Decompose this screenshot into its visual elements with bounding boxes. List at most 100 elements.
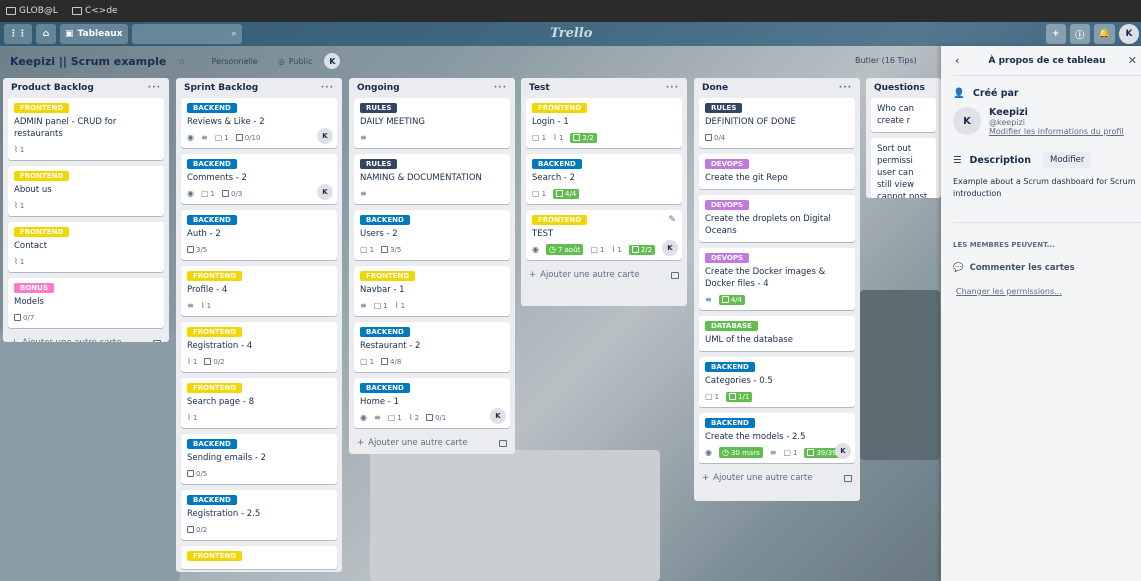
add-card-button[interactable]: +Ajouter une autre carte bbox=[526, 266, 682, 280]
card[interactable]: DEVOPS Create the Docker images & Docker … bbox=[699, 248, 855, 310]
more-icon[interactable]: ··· bbox=[839, 83, 852, 93]
card[interactable]: FRONTEND TEST ◉ ◷ 7 août ▢ 1 ⌇ 1 2/2 K ✎ bbox=[526, 210, 682, 260]
card-title: Home - 1 bbox=[360, 397, 399, 407]
card-member-avatar[interactable]: K bbox=[835, 443, 851, 459]
list-header[interactable]: Questions bbox=[871, 78, 936, 98]
card-badges: ▢ 1 3/5 bbox=[360, 244, 504, 255]
board-title[interactable]: Keepizi || Scrum example bbox=[10, 55, 166, 68]
change-permissions-link[interactable]: Changer les permissions... bbox=[956, 287, 1141, 296]
back-icon[interactable]: ‹ bbox=[955, 54, 960, 67]
list-header[interactable]: Done ··· bbox=[699, 78, 855, 98]
card-label: BACKEND bbox=[532, 159, 582, 169]
member-avatar[interactable]: K bbox=[324, 53, 341, 69]
card[interactable]: RULES DAILY MEETING ≡ bbox=[354, 98, 510, 148]
home-icon: ⌂ bbox=[42, 29, 50, 39]
attachment-icon-text: 1 bbox=[617, 245, 622, 254]
card-title: Users - 2 bbox=[360, 229, 398, 239]
card-member-avatar[interactable]: K bbox=[317, 128, 333, 144]
edit-icon[interactable]: ✎ bbox=[668, 215, 676, 225]
checklist-badge-text: 0/1 bbox=[435, 413, 447, 422]
info-button[interactable]: ⓘ bbox=[1069, 24, 1090, 44]
card[interactable]: FRONTEND Contact ⌇ 1 bbox=[8, 222, 164, 272]
os-item-code[interactable]: C<>de bbox=[71, 6, 118, 16]
more-icon[interactable]: ··· bbox=[148, 83, 161, 93]
apps-button[interactable]: ⋮⋮ bbox=[4, 24, 32, 44]
card[interactable]: RULES NAMING & DOCUMENTATION ≡ bbox=[354, 154, 510, 204]
card-member-avatar[interactable]: K bbox=[490, 408, 506, 424]
star-button[interactable]: ☆ bbox=[178, 57, 185, 66]
card[interactable]: BACKEND Categories - 0.5 ▢ 1 1/1 bbox=[699, 357, 855, 407]
comment-permission[interactable]: 💬 Commenter les cartes bbox=[953, 263, 1141, 273]
card[interactable]: FRONTEND ADMIN panel - CRUD for restauran… bbox=[8, 98, 164, 160]
card[interactable]: DATABASE UML of the database bbox=[699, 316, 855, 351]
template-icon[interactable] bbox=[671, 271, 679, 279]
comment-icon: ▢ 1 bbox=[590, 245, 605, 254]
card-member-avatar[interactable]: K bbox=[317, 184, 333, 200]
card[interactable]: BACKEND Sending emails - 2 0/5 bbox=[181, 434, 337, 484]
card[interactable]: RULES DEFINITION OF DONE 0/4 bbox=[699, 98, 855, 148]
card[interactable]: BACKEND Auth - 2 3/5 bbox=[181, 210, 337, 260]
card[interactable]: BONUS Models 0/7 bbox=[8, 278, 164, 328]
card[interactable]: DEVOPS Create the git Repo bbox=[699, 154, 855, 189]
template-icon[interactable] bbox=[844, 474, 852, 482]
team-button[interactable]: Personnelle bbox=[211, 57, 257, 66]
top-right-actions: + ⓘ 🔔 K bbox=[1045, 24, 1139, 44]
card[interactable]: DEVOPS Create the droplets on Digital Oce… bbox=[699, 195, 855, 242]
template-icon[interactable] bbox=[499, 439, 507, 447]
card[interactable]: FRONTEND Login - 1 ▢ 1 ⌇ 1 2/2 bbox=[526, 98, 682, 148]
list-questions: Questions Who can create r Sort out permis… bbox=[866, 78, 941, 198]
add-card-button[interactable]: +Ajouter une autre carte bbox=[8, 334, 164, 342]
card[interactable]: FRONTEND Profile - 4 ≡ ⌇ 1 bbox=[181, 266, 337, 316]
description-heading: ☰ Description Modifier bbox=[953, 152, 1141, 168]
os-item-global[interactable]: GLOB@L bbox=[6, 6, 58, 16]
edit-profile-link[interactable]: Modifier les informations du profil bbox=[989, 127, 1124, 136]
butler-button[interactable]: Butler (16 Tips) bbox=[855, 56, 917, 65]
card[interactable]: FRONTEND Registration - 4 ⌇ 1 0/2 bbox=[181, 322, 337, 372]
card[interactable]: BACKEND Registration - 2.5 0/2 bbox=[181, 490, 337, 540]
checklist-badge-text: 0/2 bbox=[196, 525, 208, 534]
creator-avatar[interactable]: K bbox=[953, 107, 981, 135]
add-card-button[interactable]: +Ajouter une autre carte bbox=[354, 434, 510, 448]
card-badges: ≡ ⌇ 1 bbox=[187, 300, 331, 311]
card[interactable]: BACKEND Home - 1 ◉ ≡ ▢ 1 ⌇ 2 0/1 K bbox=[354, 378, 510, 428]
notifications-button[interactable]: 🔔 bbox=[1093, 24, 1115, 44]
card[interactable]: BACKEND Search - 2 ▢ 1 4/4 bbox=[526, 154, 682, 204]
card-member-avatar[interactable]: K bbox=[662, 240, 678, 256]
card[interactable]: FRONTEND About us ⌇ 1 bbox=[8, 166, 164, 216]
list-header[interactable]: Sprint Backlog ··· bbox=[181, 78, 337, 98]
card[interactable]: Who can create r bbox=[871, 98, 936, 132]
background-laptop bbox=[370, 450, 660, 581]
card-title: Create the models - 2.5 bbox=[705, 432, 806, 442]
checklist-badge-text: 0/5 bbox=[196, 469, 208, 478]
more-icon[interactable]: ··· bbox=[494, 83, 507, 93]
user-avatar-button[interactable]: K bbox=[1119, 24, 1139, 44]
list-header[interactable]: Test ··· bbox=[526, 78, 682, 98]
card[interactable]: BACKEND Create the models - 2.5 ◉ ◷ 30 mars ≡… bbox=[699, 413, 855, 463]
more-icon[interactable]: ··· bbox=[666, 83, 679, 93]
create-button[interactable]: + bbox=[1045, 24, 1066, 44]
card-badges: ≡ bbox=[360, 188, 504, 199]
due-date-badge-text: 30 mars bbox=[730, 448, 760, 457]
card[interactable]: BACKEND Comments - 2 ◉ ▢ 1 0/3 K bbox=[181, 154, 337, 204]
list-header[interactable]: Product Backlog ··· bbox=[8, 78, 164, 98]
search-input[interactable]: ⌕ bbox=[131, 24, 242, 44]
card[interactable]: FRONTEND bbox=[181, 546, 337, 569]
comment-icon-text: 1 bbox=[397, 413, 402, 422]
attachment-icon-text: 1 bbox=[192, 413, 198, 422]
modify-description-button[interactable]: Modifier bbox=[1042, 152, 1092, 168]
card[interactable]: BACKEND Restaurant - 2 ▢ 1 4/8 bbox=[354, 322, 510, 372]
close-icon[interactable]: ✕ bbox=[1128, 54, 1137, 67]
card[interactable]: FRONTEND Search page - 8 ⌇ 1 bbox=[181, 378, 337, 428]
card[interactable]: FRONTEND Navbar - 1 ≡ ▢ 1 ⌇ 1 bbox=[354, 266, 510, 316]
checklist-badge: 0/2 bbox=[187, 526, 207, 534]
list-header[interactable]: Ongoing ··· bbox=[354, 78, 510, 98]
card[interactable]: BACKEND Reviews & Like - 2 ◉ ≡ ▢ 1 0/10 K bbox=[181, 98, 337, 148]
boards-button[interactable]: ▣ Tableaux bbox=[60, 24, 128, 44]
more-icon[interactable]: ··· bbox=[321, 83, 334, 93]
home-button[interactable]: ⌂ bbox=[36, 24, 56, 44]
card[interactable]: Sort out permissi user can still view ca… bbox=[871, 138, 936, 198]
card[interactable]: BACKEND Users - 2 ▢ 1 3/5 bbox=[354, 210, 510, 260]
visibility-button[interactable]: ◎ Public bbox=[278, 57, 313, 66]
add-card-button[interactable]: +Ajouter une autre carte bbox=[699, 469, 855, 483]
template-icon[interactable] bbox=[153, 339, 161, 342]
